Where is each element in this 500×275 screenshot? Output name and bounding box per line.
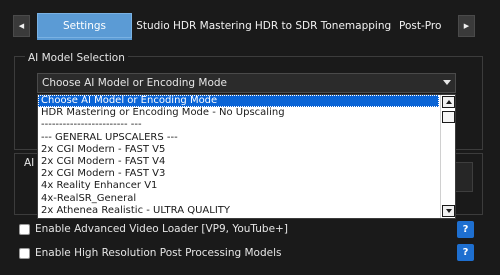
active-tab-indicator <box>37 38 132 40</box>
triangle-right-icon: ▶ <box>463 22 470 30</box>
tab-settings[interactable]: Settings <box>37 13 132 38</box>
scrollbar-thumb[interactable] <box>442 111 455 123</box>
triangle-left-icon: ◀ <box>18 22 25 30</box>
advanced-video-loader-label: Enable Advanced Video Loader [VP9, YouTu… <box>35 223 288 235</box>
ai-model-dropdown-list: Choose AI Model or Encoding Mode HDR Mas… <box>37 94 456 219</box>
scroll-up-button[interactable] <box>442 96 455 108</box>
tab-hdr-to-sdr-tonemapping[interactable]: HDR to SDR Tonemapping <box>255 13 391 38</box>
dropdown-options: Choose AI Model or Encoding Mode HDR Mas… <box>38 95 439 217</box>
triangle-up-icon <box>445 100 452 104</box>
dropdown-option[interactable]: HDR Mastering or Encoding Mode - No Upsc… <box>38 107 439 119</box>
tab-studio-hdr-mastering[interactable]: Studio HDR Mastering <box>132 13 256 38</box>
triangle-down-icon <box>445 209 452 213</box>
tab-bar: ◀ Settings Studio HDR Mastering HDR to S… <box>0 0 500 44</box>
ai-model-combo-value: Choose AI Model or Encoding Mode <box>42 77 227 89</box>
advanced-video-loader-checkbox[interactable] <box>19 223 30 235</box>
tab-scroll-right-button[interactable]: ▶ <box>458 15 475 37</box>
high-res-post-processing-checkbox[interactable] <box>19 247 30 259</box>
tab-strip: Settings Studio HDR Mastering HDR to SDR… <box>37 13 456 38</box>
dropdown-option[interactable]: Choose AI Model or Encoding Mode <box>38 95 439 108</box>
high-res-post-processing-help-button[interactable]: ? <box>457 244 474 261</box>
scroll-down-button[interactable] <box>442 205 455 217</box>
advanced-video-loader-help-button[interactable]: ? <box>457 221 474 238</box>
tab-scroll-left-button[interactable]: ◀ <box>13 15 30 37</box>
advanced-video-loader-row[interactable]: Enable Advanced Video Loader [VP9, YouTu… <box>19 222 288 236</box>
chevron-down-icon[interactable] <box>443 80 451 85</box>
high-res-post-processing-row[interactable]: Enable High Resolution Post Processing M… <box>19 246 281 260</box>
ai-model-group-title: AI Model Selection <box>25 52 128 64</box>
dropdown-option[interactable]: ------------------------ --- <box>38 119 439 131</box>
tab-post-processing[interactable]: Post-Pro <box>390 13 456 38</box>
secondary-group-field[interactable] <box>455 162 473 192</box>
dropdown-scrollbar[interactable] <box>440 95 455 218</box>
dropdown-option[interactable]: 4x Reality Enhancer V1 <box>38 180 439 192</box>
dropdown-option[interactable]: 4x-RealSR_General <box>38 193 439 205</box>
secondary-group-title: AI <box>24 157 35 169</box>
ai-model-combobox[interactable]: Choose AI Model or Encoding Mode <box>37 73 456 93</box>
high-res-post-processing-label: Enable High Resolution Post Processing M… <box>35 247 282 259</box>
dropdown-option[interactable]: 2x CGI Modern - FAST V4 <box>38 156 439 168</box>
dropdown-option[interactable]: 2x CGI Modern - FAST V5 <box>38 144 439 156</box>
dropdown-option[interactable]: 2x CGI Modern - FAST V3 <box>38 168 439 180</box>
dropdown-option[interactable]: 2x Athenea Realistic - ULTRA QUALITY <box>38 205 439 217</box>
dropdown-option[interactable]: --- GENERAL UPSCALERS --- <box>38 132 439 144</box>
